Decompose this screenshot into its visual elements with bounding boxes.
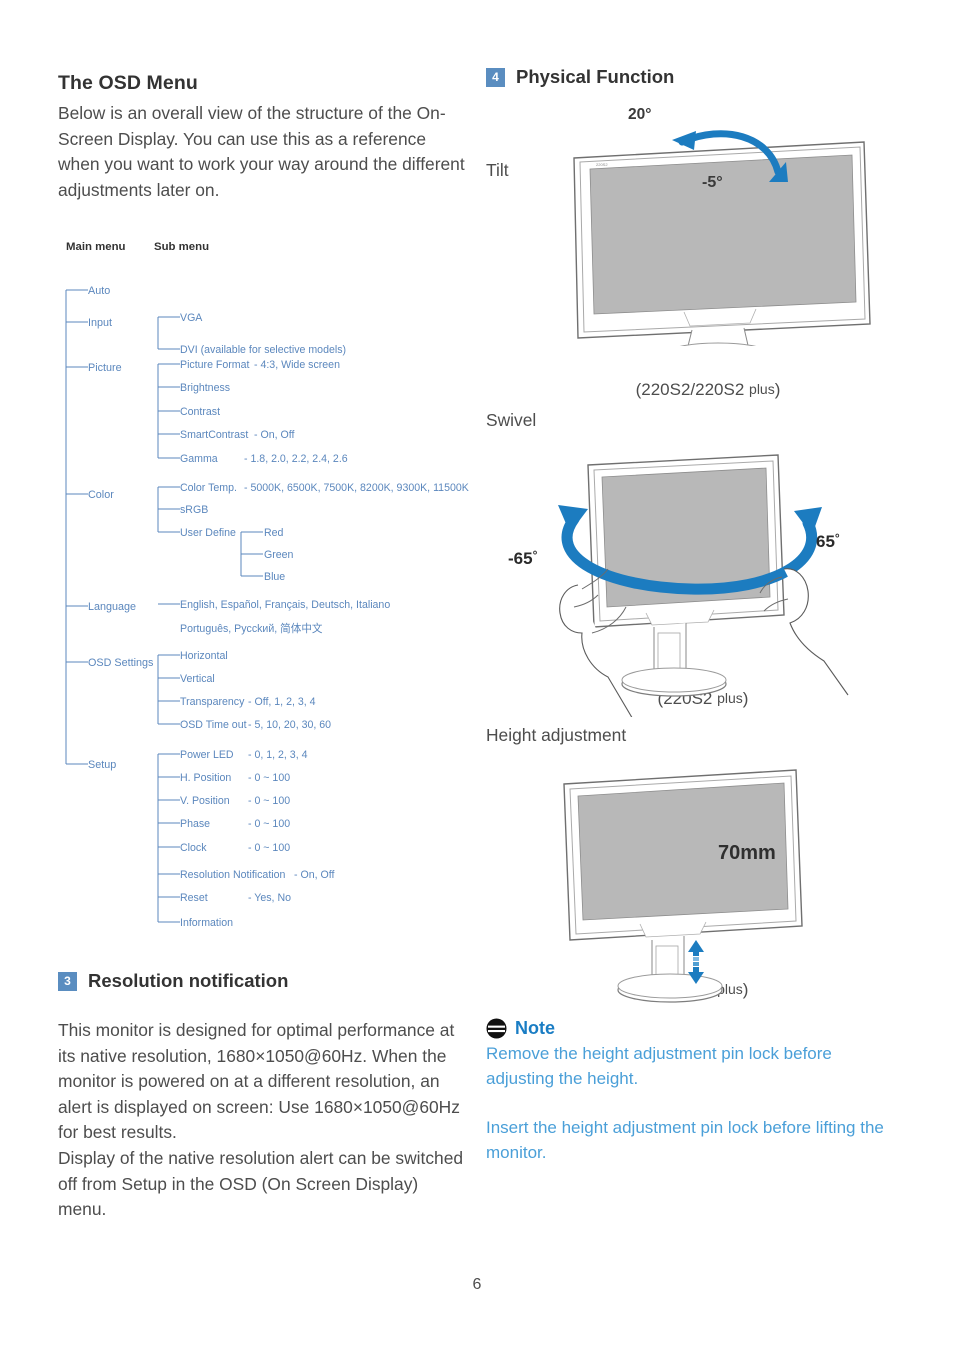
tree-node-contrast: Contrast (180, 406, 221, 418)
tree-node-picture: Picture (88, 362, 122, 374)
tree-node-reset: Reset (180, 892, 208, 904)
tree-node-green: Green (264, 549, 294, 561)
height-measurement: 70mm (718, 842, 776, 864)
swivel-angle-left: -65° (508, 548, 537, 569)
swivel-label: Swivel (486, 410, 537, 430)
tree-value-v-position: - 0 ~ 100 (248, 795, 291, 807)
tree-node-color-temp: Color Temp. (180, 482, 237, 494)
swivel-degree-right: ° (834, 531, 840, 545)
tree-node-vga: VGA (180, 312, 203, 324)
tilt-monitor-illustration: 220S2 PHILIPS (573, 130, 871, 346)
note-paragraph-1: Remove the height adjustment pin lock be… (486, 1044, 832, 1088)
tree-node-blue: Blue (264, 571, 286, 583)
page-title: The OSD Menu (58, 72, 198, 94)
physical-function-title: Physical Function (516, 66, 675, 87)
tree-node-setup: Setup (88, 759, 117, 771)
tree-node-user-define: User Define (180, 527, 236, 539)
tilt-label: Tilt (486, 160, 509, 180)
swivel-angle-left-value: -65 (508, 549, 533, 568)
swivel-degree-left: ° (532, 548, 538, 562)
page-number: 6 (472, 1276, 482, 1293)
tree-value-picture-format: - 4:3, Wide screen (254, 359, 340, 371)
tree-value-smartcontrast: - On, Off (254, 429, 295, 441)
physical-function-heading: 4 Physical Function (486, 66, 896, 88)
tree-node-resolution-notification: Resolution Notification (180, 869, 286, 881)
tree-node-clock: Clock (180, 842, 207, 854)
intro-paragraph: Below is an overall view of the structur… (58, 103, 465, 200)
osd-menu-tree: Auto Input Picture Color Language OSD Se… (58, 272, 478, 952)
note-heading: Note (486, 1018, 892, 1039)
tree-node-gamma: Gamma (180, 453, 218, 465)
tree-node-language-line2: Português, Pycckий, 简体中文 (180, 623, 323, 635)
svg-text:220S2: 220S2 (596, 162, 608, 167)
tree-node-v-position: V. Position (180, 795, 230, 807)
note-paragraph-2: Insert the height adjustment pin lock be… (486, 1118, 884, 1162)
left-column: The OSD Menu Below is an overall view of… (58, 72, 468, 203)
swivel-angle-right-value: 65 (816, 532, 835, 551)
resolution-notification-body: This monitor is designed for optimal per… (58, 1020, 464, 1220)
resolution-notification-title: Resolution notification (88, 970, 289, 991)
tree-node-osd-time-out: OSD Time out (180, 719, 247, 731)
right-column: 4 Physical Function Tilt 220S2 PHILIPS (486, 66, 896, 1003)
tree-node-osd-settings: OSD Settings (88, 657, 154, 669)
swivel-diagram: PHILIPS (486, 431, 896, 717)
tree-value-osd-time-out: - 5, 10, 20, 30, 60 (248, 719, 332, 731)
resolution-notification-heading: 3 Resolution notification (58, 970, 288, 992)
tree-node-language: Language (88, 601, 137, 613)
tree-node-information: Information (180, 917, 233, 929)
tree-value-transparency: - Off, 1, 2, 3, 4 (248, 696, 316, 708)
tilt-angle-bottom: -5° (702, 174, 723, 191)
tree-value-phase: - 0 ~ 100 (248, 818, 291, 830)
tilt-diagram: Tilt 220S2 PHILIPS (486, 106, 896, 386)
tree-node-language-line1: English, Español, Français, Deutsch, Ita… (180, 599, 391, 611)
tree-value-h-position: - 0 ~ 100 (248, 772, 291, 784)
section-badge-4: 4 (486, 67, 505, 87)
tree-node-input: Input (88, 317, 113, 329)
tree-node-power-led: Power LED (180, 749, 234, 761)
section-badge-3: 3 (58, 971, 77, 991)
note-title: Note (515, 1018, 555, 1038)
tree-node-h-position: H. Position (180, 772, 232, 784)
tree-node-picture-format: Picture Format (180, 359, 250, 371)
note-spacer (486, 1091, 892, 1115)
tree-node-auto: Auto (88, 285, 111, 297)
note-block: Note Remove the height adjustment pin lo… (486, 1018, 892, 1165)
tree-node-phase: Phase (180, 818, 211, 830)
tree-value-gamma: - 1.8, 2.0, 2.2, 2.4, 2.6 (244, 453, 348, 465)
main-menu-header: Main menu (66, 241, 126, 253)
sub-menu-header: Sub menu (154, 241, 210, 253)
tree-node-dvi: DVI (available for selective models) (180, 344, 347, 356)
note-icon (486, 1018, 507, 1039)
swivel-monitor-illustration: PHILIPS (558, 454, 849, 717)
tree-node-transparency: Transparency (180, 696, 245, 708)
tree-node-srgb: sRGB (180, 504, 209, 516)
tree-node-vertical: Vertical (180, 673, 215, 685)
tree-node-brightness: Brightness (180, 382, 231, 394)
swivel-angle-right: 65° (816, 531, 840, 552)
tilt-angle-top: 20° (628, 106, 652, 123)
height-monitor-illustration: PHILIPS (563, 769, 803, 1003)
height-adjustment-label: Height adjustment (486, 725, 627, 745)
tree-node-smartcontrast: SmartContrast (180, 429, 249, 441)
tree-value-power-led: - 0, 1, 2, 3, 4 (248, 749, 308, 761)
document-page: The OSD Menu Below is an overall view of… (0, 0, 954, 1350)
tree-value-clock: - 0 ~ 100 (248, 842, 291, 854)
tree-node-horizontal: Horizontal (180, 650, 228, 662)
tree-value-resolution-notification: - On, Off (294, 869, 335, 881)
tree-value-reset: - Yes, No (248, 892, 291, 904)
tree-node-red: Red (264, 527, 284, 539)
height-adjustment-diagram: PHILIPS 70mm (486, 746, 896, 1003)
tree-node-color: Color (88, 489, 114, 501)
tree-value-color-temp: - 5000K, 6500K, 7500K, 8200K, 9300K, 115… (244, 482, 469, 494)
